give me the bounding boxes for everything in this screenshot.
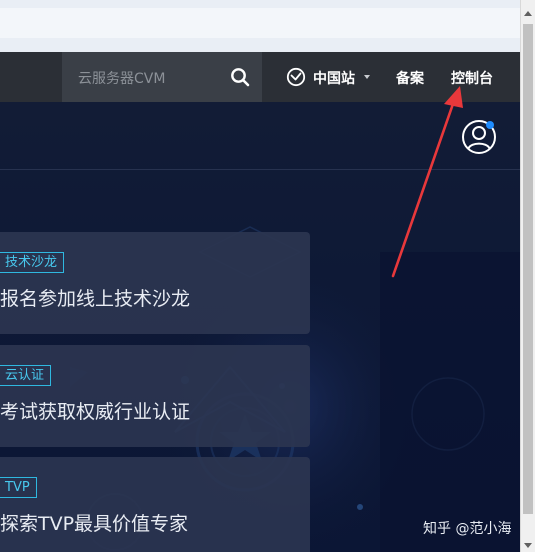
scroll-up-arrow-icon[interactable] <box>524 11 532 16</box>
scroll-thumb[interactable] <box>523 24 533 514</box>
card-tag: 技术沙龙 <box>0 252 65 273</box>
nav-link-console[interactable]: 控制台 <box>451 68 493 88</box>
card-title: 考试获取权威行业认证 <box>0 401 191 423</box>
search-icon[interactable] <box>230 67 250 87</box>
address-bar-area <box>0 8 520 38</box>
card-tvp[interactable]: TVP 探索TVP最具价值专家 <box>0 457 310 552</box>
card-cloud-certification[interactable]: 云认证 考试获取权威行业认证 <box>0 345 310 447</box>
hero-section: 技术沙龙 报名参加线上技术沙龙 云认证 考试获取权威行业认证 TVP 探索TVP… <box>0 102 521 552</box>
card-tag: 云认证 <box>0 365 52 386</box>
vertical-scrollbar[interactable] <box>520 0 535 552</box>
card-tech-salon[interactable]: 技术沙龙 报名参加线上技术沙龙 <box>0 232 310 334</box>
globe-clock-icon <box>286 67 306 87</box>
watermark: 知乎 @范小海 <box>423 521 512 537</box>
browser-chrome <box>0 0 535 53</box>
card-title: 报名参加线上技术沙龙 <box>0 288 191 310</box>
nav-link-beian[interactable]: 备案 <box>396 68 424 88</box>
notification-dot <box>486 121 494 129</box>
card-tag: TVP <box>0 477 37 498</box>
site-label: 中国站 <box>313 71 355 87</box>
scroll-down-arrow-icon[interactable] <box>524 543 532 548</box>
search-input[interactable]: 云服务器CVM <box>62 52 262 102</box>
top-navbar: 云服务器CVM 中国站 备案 控制台 <box>0 52 521 102</box>
search-placeholder: 云服务器CVM <box>78 71 166 87</box>
hero-divider <box>0 169 521 170</box>
chevron-down-icon <box>364 75 370 79</box>
card-title: 探索TVP最具价值专家 <box>0 513 189 535</box>
